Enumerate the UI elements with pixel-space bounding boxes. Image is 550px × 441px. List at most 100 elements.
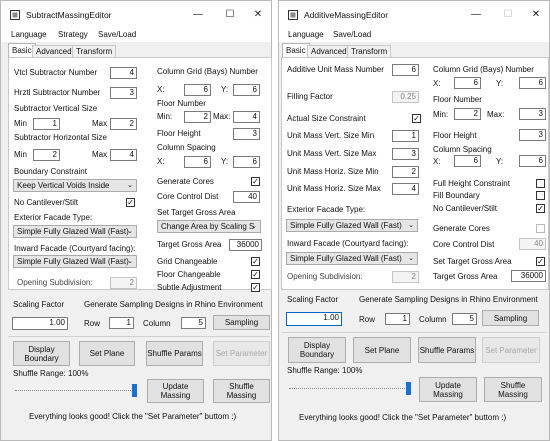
column-input[interactable]: 5 bbox=[452, 313, 477, 325]
boundary-constraint-value: Keep Vertical Voids Inside bbox=[17, 181, 110, 190]
menu-save-load[interactable]: Save/Load bbox=[333, 30, 371, 39]
horizontal-size-label: Subtractor Horizontal Size bbox=[14, 133, 107, 142]
scaling-factor-input[interactable]: 1.00 bbox=[12, 317, 68, 330]
generate-cores-checkbox[interactable] bbox=[536, 224, 545, 233]
set-parameter-button[interactable]: Set Parameter bbox=[482, 337, 540, 363]
floor-min-input[interactable]: 2 bbox=[184, 111, 211, 123]
shuffle-range-slider-thumb[interactable] bbox=[406, 382, 411, 395]
shuffle-range-track[interactable] bbox=[289, 388, 411, 390]
display-boundary-button[interactable]: Display Boundary bbox=[13, 341, 70, 366]
filling-factor-input[interactable]: 0.25 bbox=[392, 91, 419, 103]
grid-changeable-checkbox[interactable]: ✓ bbox=[251, 257, 260, 266]
tab-advanced[interactable]: Advanced bbox=[307, 45, 351, 57]
shuffle-range-slider-thumb[interactable] bbox=[132, 384, 137, 397]
target-area-label: Set Target Gross Area bbox=[433, 257, 512, 266]
minimize-icon[interactable]: — bbox=[465, 6, 487, 24]
column-spacing-label: Column Spacing bbox=[157, 143, 216, 152]
menu-bar: Language Save/Load bbox=[279, 29, 549, 42]
menu-language[interactable]: Language bbox=[11, 30, 47, 39]
grid-x-input[interactable]: 6 bbox=[184, 84, 211, 96]
minimize-icon[interactable]: — bbox=[187, 6, 209, 24]
no-cantilever-checkbox[interactable]: ✓ bbox=[536, 204, 545, 213]
floor-max-input[interactable]: 4 bbox=[233, 111, 260, 123]
generate-cores-checkbox[interactable]: ✓ bbox=[251, 177, 260, 186]
column-label: Column bbox=[143, 319, 171, 328]
menu-save-load[interactable]: Save/Load bbox=[98, 30, 136, 39]
sampling-button[interactable]: Sampling bbox=[482, 310, 539, 326]
set-parameter-button[interactable]: Set Parameter bbox=[213, 341, 270, 366]
floor-height-label: Floor Height bbox=[157, 129, 201, 138]
set-plane-button[interactable]: Set Plane bbox=[79, 341, 135, 366]
floor-height-input[interactable]: 3 bbox=[519, 129, 546, 141]
scaling-factor-input[interactable]: 1.00 bbox=[286, 312, 342, 326]
full-height-constraint-checkbox[interactable] bbox=[536, 179, 545, 188]
display-boundary-button[interactable]: Display Boundary bbox=[288, 337, 346, 363]
opening-subdivision-input[interactable]: 2 bbox=[110, 277, 137, 289]
spacing-y-input[interactable]: 6 bbox=[233, 156, 260, 168]
horizontal-size-max-input[interactable]: 4 bbox=[110, 149, 137, 161]
shuffle-massing-button[interactable]: Shuffle Massing bbox=[484, 377, 542, 402]
boundary-constraint-select[interactable]: Keep Vertical Voids Inside ⌄ bbox=[13, 179, 137, 192]
target-area-mode-select[interactable]: Change Area by Scaling S ⌄ bbox=[157, 220, 261, 233]
vert-size-min-input[interactable]: 1 bbox=[392, 130, 419, 142]
floor-changeable-checkbox[interactable]: ✓ bbox=[251, 270, 260, 279]
tab-basic[interactable]: Basic bbox=[282, 43, 310, 58]
horiz-size-max-input[interactable]: 4 bbox=[392, 183, 419, 195]
floor-min-input[interactable]: 2 bbox=[454, 108, 481, 120]
floor-max-input[interactable]: 3 bbox=[519, 108, 546, 120]
shuffle-params-button[interactable]: Shuffle Params bbox=[418, 337, 476, 363]
close-icon[interactable]: ✕ bbox=[525, 6, 547, 24]
tab-advanced[interactable]: Advanced bbox=[32, 45, 76, 57]
close-icon[interactable]: ✕ bbox=[247, 6, 269, 24]
tab-transform[interactable]: Transform bbox=[72, 45, 117, 57]
update-massing-button[interactable]: Update Massing bbox=[419, 377, 477, 402]
sampling-button[interactable]: Sampling bbox=[213, 315, 270, 330]
horiz-size-min-input[interactable]: 2 bbox=[392, 166, 419, 178]
target-gross-area-input[interactable]: 36000 bbox=[511, 270, 546, 282]
fill-boundary-checkbox[interactable] bbox=[536, 191, 545, 200]
vertical-size-min-input[interactable]: 1 bbox=[33, 118, 60, 130]
hrztl-subtractor-input[interactable]: 3 bbox=[110, 87, 137, 99]
boundary-constraint-label: Boundary Constraint bbox=[14, 167, 87, 176]
inward-facade-select[interactable]: Simple Fully Glazed Wall (Fast) ⌄ bbox=[13, 255, 137, 268]
shuffle-params-button[interactable]: Shuffle Params bbox=[146, 341, 203, 366]
floor-changeable-label: Floor Changeable bbox=[157, 270, 221, 279]
vertical-size-max-input[interactable]: 2 bbox=[110, 118, 137, 130]
row-input[interactable]: 1 bbox=[385, 313, 410, 325]
maximize-icon[interactable]: ☐ bbox=[219, 6, 241, 24]
opening-subdivision-input[interactable]: 2 bbox=[392, 271, 419, 283]
column-grid-label: Column Grid (Bays) Number bbox=[157, 67, 258, 76]
spacing-x-input[interactable]: 6 bbox=[454, 155, 481, 167]
target-area-checkbox[interactable]: ✓ bbox=[536, 257, 545, 266]
horizontal-size-min-input[interactable]: 2 bbox=[33, 149, 60, 161]
tab-transform[interactable]: Transform bbox=[347, 45, 392, 57]
target-gross-area-input[interactable]: 36000 bbox=[229, 239, 262, 251]
shuffle-range-track[interactable] bbox=[15, 390, 137, 392]
menu-strategy[interactable]: Strategy bbox=[58, 30, 88, 39]
row-input[interactable]: 1 bbox=[109, 317, 134, 329]
core-control-dist-input[interactable]: 40 bbox=[519, 238, 546, 250]
menu-language[interactable]: Language bbox=[288, 30, 324, 39]
subtle-adjustment-checkbox[interactable]: ✓ bbox=[251, 283, 260, 292]
grid-y-input[interactable]: 6 bbox=[519, 77, 546, 89]
vert-size-max-input[interactable]: 3 bbox=[392, 148, 419, 160]
grid-y-input[interactable]: 6 bbox=[233, 84, 260, 96]
spacing-y-input[interactable]: 6 bbox=[519, 155, 546, 167]
exterior-facade-label: Exterior Facade Type: bbox=[287, 205, 366, 214]
floor-height-input[interactable]: 3 bbox=[233, 128, 260, 140]
unit-mass-number-input[interactable]: 6 bbox=[392, 64, 419, 76]
exterior-facade-select[interactable]: Simple Fully Glazed Wall (Fast) ⌄ bbox=[13, 225, 137, 238]
inward-facade-select[interactable]: Simple Fully Glazed Wall (Fast) ⌄ bbox=[286, 252, 418, 265]
actual-size-constraint-checkbox[interactable]: ✓ bbox=[412, 114, 421, 123]
grid-x-input[interactable]: 6 bbox=[454, 77, 481, 89]
spacing-x-input[interactable]: 6 bbox=[184, 156, 211, 168]
core-control-dist-input[interactable]: 40 bbox=[233, 191, 260, 203]
column-input[interactable]: 5 bbox=[181, 317, 206, 329]
maximize-icon[interactable]: ☐ bbox=[497, 6, 519, 24]
update-massing-button[interactable]: Update Massing bbox=[147, 379, 204, 403]
shuffle-massing-button[interactable]: Shuffle Massing bbox=[213, 379, 270, 403]
vtcl-subtractor-input[interactable]: 4 bbox=[110, 67, 137, 79]
set-plane-button[interactable]: Set Plane bbox=[353, 337, 411, 363]
no-cantilever-checkbox[interactable]: ✓ bbox=[126, 198, 135, 207]
exterior-facade-select[interactable]: Simple Fully Glazed Wall (Fast) ⌄ bbox=[286, 219, 418, 232]
